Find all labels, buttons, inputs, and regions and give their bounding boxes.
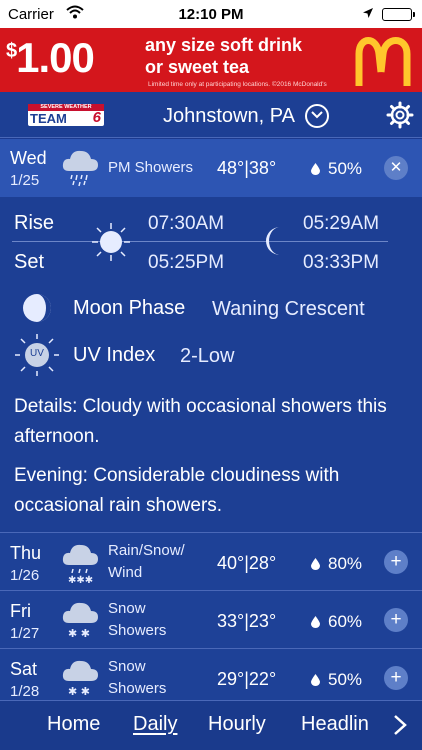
precip-chance: 80% <box>311 554 362 574</box>
moon-phase-icon <box>23 294 51 322</box>
condition-text: Rain/Snow/ <box>108 542 185 559</box>
battery-icon <box>382 8 415 21</box>
expand-button[interactable]: + <box>384 666 408 690</box>
condition-text-line2: Showers <box>108 622 167 639</box>
temperature-range: 33°|23° <box>217 611 277 631</box>
condition-text: Snow <box>108 658 146 675</box>
tab-home[interactable]: Home <box>47 713 100 736</box>
raindrop-icon <box>311 616 320 628</box>
temperature-range: 29°|22° <box>217 669 277 689</box>
bottom-nav: Home Daily Hourly Headlin <box>0 700 422 750</box>
condition-text-line2: Wind <box>108 564 143 581</box>
day-date: 1/28 <box>10 683 40 700</box>
svg-text:✱✱✱: ✱✱✱ <box>68 575 93 585</box>
expand-button[interactable]: + <box>384 608 408 632</box>
evening-text: Evening: Considerable cloudiness with oc… <box>14 465 340 516</box>
raindrop-icon <box>311 674 320 686</box>
today-row[interactable]: Wed 1/25 PM Showers 48°|38° 50% ✕ <box>0 139 422 197</box>
day-name: Thu <box>10 543 42 563</box>
sunset-time: 05:25PM <box>148 252 225 273</box>
precip-chance: 60% <box>311 612 362 632</box>
set-label: Set <box>14 251 45 273</box>
details-text: Details: Cloudy with occasional showers … <box>14 396 387 447</box>
day-name: Wed <box>10 148 47 168</box>
rain-cloud-icon <box>62 150 98 187</box>
precip-chance: 50% <box>311 670 362 690</box>
svg-text:✱ ✱: ✱ ✱ <box>68 627 90 640</box>
sun-icon <box>92 223 130 261</box>
location-arrow-icon <box>362 6 374 23</box>
condition-text-line2: Showers <box>108 680 167 697</box>
team-logo: SEVERE WEATHER TEAM 6 <box>28 104 104 126</box>
collapse-button[interactable]: ✕ <box>384 156 408 180</box>
moonset-time: 03:33PM <box>303 252 380 273</box>
snow-cloud-icon: ✱ ✱ <box>62 660 98 698</box>
city-selector[interactable]: Johnstown, PA <box>163 105 295 128</box>
chevron-right-icon[interactable] <box>393 714 407 736</box>
uv-badge-text: UV <box>30 348 44 359</box>
day-name: Fri <box>10 601 31 621</box>
expand-button[interactable]: + <box>384 550 408 574</box>
ad-banner[interactable]: $1.00 any size soft drink or sweet tea L… <box>0 28 422 92</box>
rise-label: Rise <box>14 212 55 234</box>
status-bar: Carrier 12:10 PM <box>0 0 422 28</box>
tab-daily[interactable]: Daily <box>133 713 177 736</box>
precip-chance: 50% <box>311 159 362 179</box>
forecast-row[interactable]: Thu 1/26 ✱✱✱ Rain/Snow/ Wind 40°|28° 80%… <box>0 532 422 590</box>
condition-text: PM Showers <box>108 159 194 176</box>
gear-icon[interactable] <box>386 101 414 129</box>
forecast-row[interactable]: Fri 1/27 ✱ ✱ Snow Showers 33°|23° 60% + <box>0 590 422 648</box>
temperature-range: 40°|28° <box>217 553 277 573</box>
ad-headline-line1: any size soft drink <box>145 35 303 55</box>
sunrise-time: 07:30AM <box>148 213 225 234</box>
uv-icon: UV <box>14 333 60 377</box>
raindrop-icon <box>311 163 320 175</box>
ad-price: $1.00 <box>6 34 95 81</box>
moon-phase-value: Waning Crescent <box>212 298 365 320</box>
moon-icon <box>266 227 280 255</box>
temperature-range: 48°|38° <box>217 158 277 178</box>
raindrop-icon <box>311 558 320 570</box>
moon-phase-label: Moon Phase <box>73 297 186 319</box>
rain-snow-icon: ✱✱✱ <box>62 544 98 585</box>
app-header: SEVERE WEATHER TEAM 6 Johnstown, PA <box>0 92 422 138</box>
day-date: 1/26 <box>10 567 40 584</box>
moonrise-time: 05:29AM <box>303 213 380 234</box>
svg-text:✱ ✱: ✱ ✱ <box>68 685 90 698</box>
condition-text: Snow <box>108 600 146 617</box>
rise-set-divider <box>12 241 388 242</box>
tab-headlines[interactable]: Headlin <box>301 713 369 736</box>
day-date: 1/25 <box>10 172 40 189</box>
forecast-row[interactable]: Sat 1/28 ✱ ✱ Snow Showers 29°|22° 50% + <box>0 648 422 700</box>
uv-index-label: UV Index <box>73 344 156 366</box>
chevron-down-icon[interactable] <box>305 104 329 128</box>
day-date: 1/27 <box>10 625 40 642</box>
ad-fine-print: Limited time only at participating locat… <box>148 81 327 88</box>
golden-arches-logo <box>355 37 411 86</box>
ad-headline-line2: or sweet tea <box>145 57 250 77</box>
day-name: Sat <box>10 659 38 679</box>
snow-cloud-icon: ✱ ✱ <box>62 602 98 640</box>
uv-index-value: 2-Low <box>180 345 235 367</box>
clock: 12:10 PM <box>178 6 244 23</box>
tab-hourly[interactable]: Hourly <box>208 713 266 736</box>
details-panel: Rise Set 07:30AM 05:25PM 05:29AM 03:33PM… <box>0 197 422 532</box>
